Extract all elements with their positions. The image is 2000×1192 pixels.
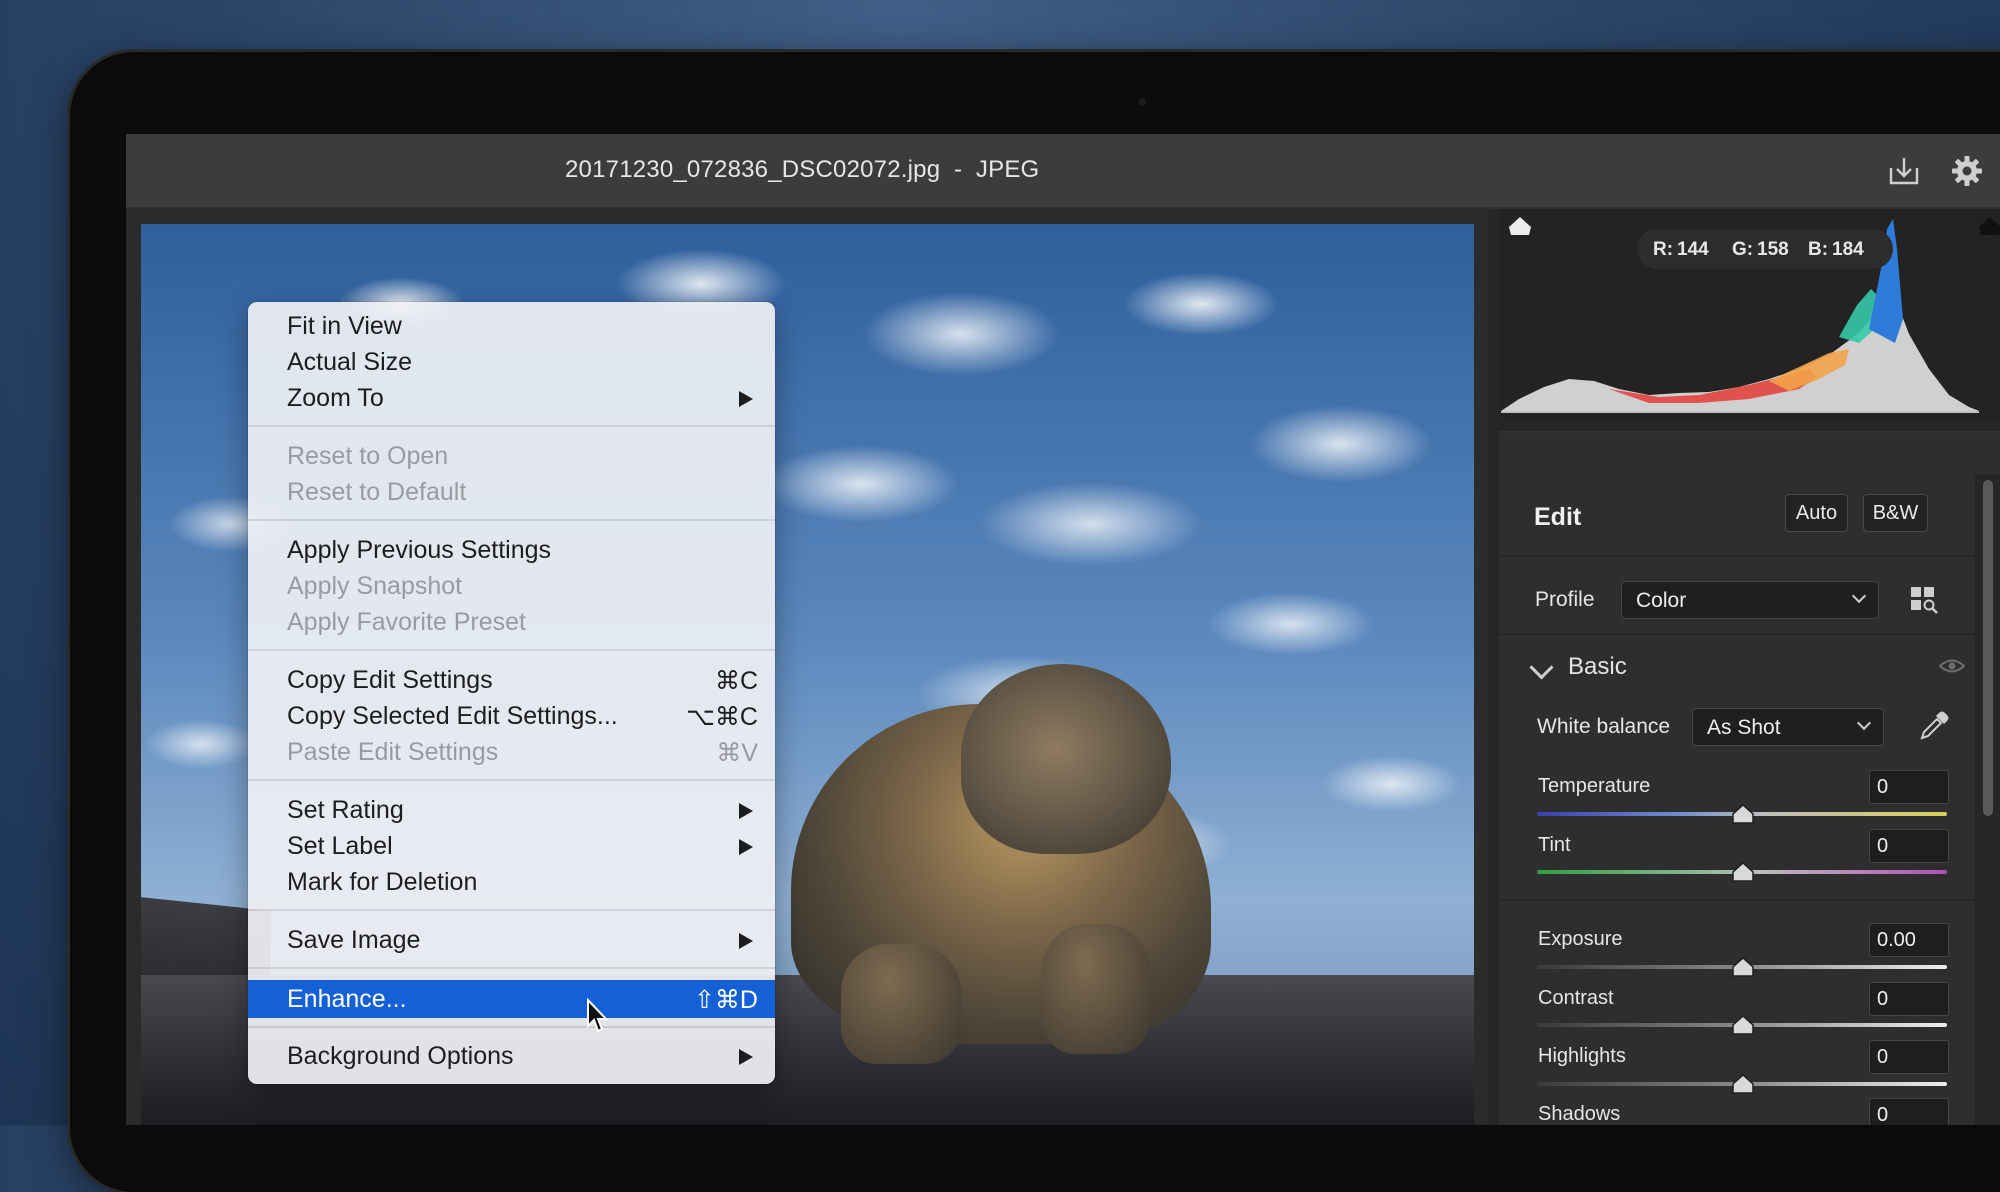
submenu-arrow-icon [739,1049,753,1065]
bw-button[interactable]: B&W [1863,494,1928,532]
menu-item-reset-to-default: Reset to Default [287,478,467,506]
temperature-label: Temperature [1538,775,1651,797]
temperature-slider-thumb[interactable] [1732,804,1754,824]
panel-toolbar-strip [1499,431,2000,475]
profile-select[interactable]: Color [1621,581,1879,619]
auto-button[interactable]: Auto [1785,494,1848,532]
submenu-arrow-icon [739,391,753,407]
save-icon[interactable] [1887,154,1921,188]
rgb-readout: R: 144 G: 158 B: 184 [1637,229,1893,269]
temperature-value[interactable]: 0 [1869,770,1949,804]
menu-separator [248,967,775,969]
menu-item-background-options[interactable]: Background Options [248,1038,775,1074]
menu-item-copy-edit-settings[interactable]: Copy Edit Settings ⌘C [248,662,775,698]
menu-item-fit-in-view[interactable]: Fit in View [248,308,775,344]
highlights-value[interactable]: 0 [1869,1040,1949,1074]
exposure-label: Exposure [1538,928,1623,950]
menu-separator [248,779,775,781]
eye-icon[interactable] [1939,657,1965,675]
contrast-label: Contrast [1538,987,1614,1009]
highlights-slider-thumb[interactable] [1732,1074,1754,1094]
context-menu: Fit in View Actual Size Zoom To Reset to… [248,302,775,1084]
r-value: 144 [1677,239,1709,260]
exposure-value[interactable]: 0.00 [1869,923,1949,957]
menu-separator [248,519,775,521]
submenu-arrow-icon [739,839,753,855]
b-label: B: [1808,239,1829,260]
profile-browser-icon[interactable] [1909,584,1939,614]
tint-label: Tint [1538,834,1571,856]
profile-value: Color [1636,589,1687,612]
b-value: 184 [1832,239,1864,260]
shadows-value[interactable]: 0 [1869,1098,1949,1125]
gear-icon[interactable] [1950,154,1984,188]
right-panel: R: 144 G: 158 B: 184 Edit Auto B&W Profi… [1491,209,2000,1125]
menu-item-copy-selected-edit-settings[interactable]: Copy Selected Edit Settings... ⌥⌘C [248,698,775,734]
menu-item-reset-to-open: Reset to Open [287,442,449,470]
photo-iguana-leg [1041,924,1151,1054]
basic-section-title[interactable]: Basic [1568,653,1627,681]
menu-item-set-rating[interactable]: Set Rating [248,792,775,828]
menu-item-zoom-to[interactable]: Zoom To [248,380,775,416]
edit-title: Edit [1534,503,1582,531]
exposure-slider-thumb[interactable] [1732,957,1754,977]
divider [1499,633,1975,635]
contrast-value[interactable]: 0 [1869,982,1949,1016]
panel-scrollbar[interactable] [1983,480,1993,816]
window-title: 20171230_072836_DSC02072.jpg - JPEG [565,156,1040,183]
app-window: 20171230_072836_DSC02072.jpg - JPEG R: 1… [126,134,2000,1125]
menu-item-enhance[interactable]: Enhance... ⇧⌘D [248,980,775,1018]
submenu-arrow-icon [739,803,753,819]
tint-slider-thumb[interactable] [1732,862,1754,882]
photo-iguana-head [961,664,1171,854]
divider [1499,899,1975,901]
chevron-down-icon [1856,715,1872,731]
menu-item-save-image[interactable]: Save Image [248,922,775,958]
mouse-cursor-icon [587,998,608,1033]
chevron-down-icon[interactable] [1529,655,1554,680]
submenu-arrow-icon [739,933,753,949]
menu-item-paste-edit-settings: Paste Edit Settings ⌘V [287,738,758,767]
menu-separator [248,909,775,911]
tint-value[interactable]: 0 [1869,829,1949,863]
profile-label: Profile [1535,588,1595,611]
white-balance-value: As Shot [1707,716,1781,739]
highlights-label: Highlights [1538,1045,1626,1067]
menu-item-apply-favorite-preset: Apply Favorite Preset [287,608,526,636]
contrast-slider-thumb[interactable] [1732,1015,1754,1035]
title-bar: 20171230_072836_DSC02072.jpg - JPEG [126,134,2000,209]
camera-dot [1138,98,1146,106]
menu-item-mark-for-deletion[interactable]: Mark for Deletion [248,864,775,900]
divider [1499,555,1975,557]
g-value: 158 [1757,239,1789,260]
photo-iguana-leg [841,944,961,1064]
white-balance-label: White balance [1537,715,1671,738]
chevron-down-icon [1851,588,1867,604]
shadows-label: Shadows [1538,1103,1621,1125]
menu-item-apply-snapshot: Apply Snapshot [287,572,463,600]
menu-separator [248,1026,775,1028]
edit-section: Edit Auto B&W Profile Color Basic White … [1499,475,1975,1125]
menu-item-set-label[interactable]: Set Label [248,828,775,864]
menu-separator [248,425,775,427]
histogram: R: 144 G: 158 B: 184 [1499,209,2000,419]
g-label: G: [1732,239,1754,260]
menu-item-actual-size[interactable]: Actual Size [248,344,775,380]
eyedropper-icon[interactable] [1918,710,1950,742]
menu-item-apply-previous-settings[interactable]: Apply Previous Settings [248,532,775,568]
menu-separator [248,649,775,651]
r-label: R: [1653,239,1674,260]
white-balance-select[interactable]: As Shot [1692,708,1884,746]
